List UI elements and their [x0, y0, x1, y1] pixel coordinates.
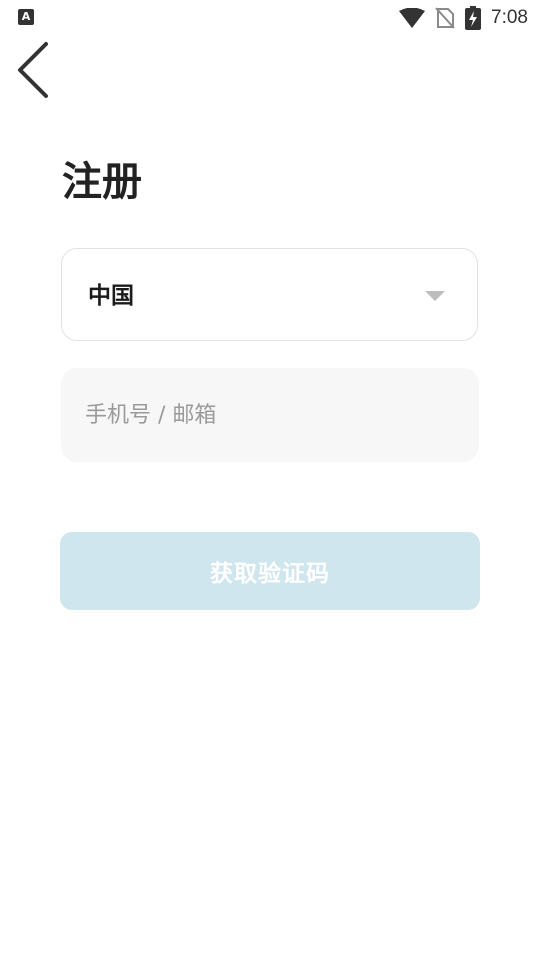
chevron-down-icon — [425, 291, 445, 301]
chevron-left-icon — [18, 42, 48, 98]
battery-charging-icon — [465, 6, 482, 30]
phone-email-input[interactable] — [61, 368, 479, 462]
wifi-icon — [399, 8, 426, 28]
page-title: 注册 — [62, 159, 142, 205]
status-bar: A 7:08 — [0, 0, 540, 36]
no-sim-icon — [435, 7, 455, 29]
back-button[interactable] — [14, 40, 54, 100]
status-time: 7:08 — [491, 7, 528, 28]
country-select[interactable]: 中国 — [61, 248, 478, 341]
country-value: 中国 — [88, 283, 134, 309]
text-input-indicator-icon: A — [18, 9, 34, 25]
get-code-button[interactable]: 获取验证码 — [60, 532, 480, 610]
status-bar-right: 7:08 — [399, 6, 528, 30]
